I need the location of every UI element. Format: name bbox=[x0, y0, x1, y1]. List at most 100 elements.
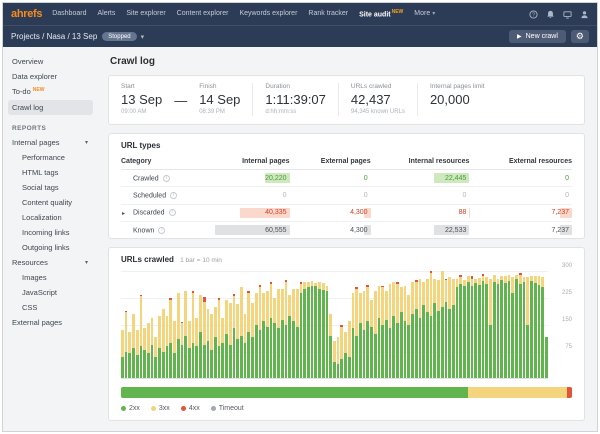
project-caret-down-icon[interactable]: ▾ bbox=[141, 33, 145, 41]
bar-segment-2xx bbox=[545, 337, 548, 378]
crawl-settings-button[interactable]: ⚙ bbox=[571, 30, 589, 43]
chart-bar bbox=[385, 271, 388, 378]
main-area: Crawl log Start 13 Sep 09:00 AM — Finish… bbox=[98, 47, 597, 432]
chart-bar bbox=[511, 271, 514, 378]
bar-segment-2xx bbox=[177, 339, 180, 378]
bar-segment-3xx bbox=[534, 276, 537, 283]
nav-item-keywords-explorer[interactable]: Keywords explorer bbox=[239, 10, 297, 17]
sidebar-item-javascript[interactable]: JavaScript bbox=[3, 285, 98, 300]
ahrefs-logo[interactable]: ahrefs bbox=[11, 8, 42, 20]
bar-segment-3xx bbox=[240, 287, 243, 335]
bar-segment-3xx bbox=[207, 309, 210, 341]
sidebar-item-incoming-links[interactable]: Incoming links bbox=[3, 225, 98, 240]
sidebar: OverviewData explorerTo-doNEWCrawl logRE… bbox=[3, 47, 98, 432]
bar-segment-2xx bbox=[407, 325, 410, 379]
sidebar-item-html-tags[interactable]: HTML tags bbox=[3, 165, 98, 180]
column-header-category: Category bbox=[121, 155, 212, 170]
bar-segment-2xx bbox=[259, 330, 262, 378]
bar-segment-3xx bbox=[344, 332, 347, 353]
table-cell: 20,220 bbox=[212, 170, 289, 187]
info-icon[interactable]: i bbox=[170, 192, 177, 199]
sidebar-item-localization[interactable]: Localization bbox=[3, 210, 98, 225]
monitor-icon[interactable] bbox=[563, 10, 572, 19]
chart-bar bbox=[151, 271, 154, 378]
bar-segment-2xx bbox=[430, 316, 433, 378]
sidebar-item-data-explorer[interactable]: Data explorer bbox=[3, 69, 98, 84]
bar-segment-2xx bbox=[132, 348, 135, 378]
bar-segment-2xx bbox=[251, 337, 254, 378]
nav-item-alerts[interactable]: Alerts bbox=[97, 10, 115, 17]
legend-item-3xx[interactable]: 3xx bbox=[151, 405, 170, 412]
chart-bar bbox=[143, 271, 146, 378]
bar-segment-3xx bbox=[404, 286, 407, 322]
chart-bar bbox=[519, 271, 522, 378]
sidebar-item-images[interactable]: Images bbox=[3, 270, 98, 285]
breadcrumb[interactable]: Projects / Nasa / 13 Sep bbox=[11, 32, 97, 41]
stat-internal-pages-limit: Internal pages limit 20,000 bbox=[417, 83, 497, 116]
chart-bar bbox=[322, 271, 325, 378]
chart-bar bbox=[259, 271, 262, 378]
chevron-down-icon[interactable]: ▾ bbox=[85, 259, 90, 266]
stat-start: Start 13 Sep 09:00 AM bbox=[121, 83, 174, 116]
info-icon[interactable]: i bbox=[163, 175, 170, 182]
bar-segment-2xx bbox=[497, 284, 500, 378]
help-icon[interactable]: ? bbox=[529, 10, 538, 19]
sidebar-item-internal-pages[interactable]: Internal pages▾ bbox=[3, 135, 98, 150]
chart-bar bbox=[366, 271, 369, 378]
table-row-scheduled: Scheduledi0000 bbox=[121, 187, 572, 204]
sidebar-item-resources[interactable]: Resources▾ bbox=[3, 255, 98, 270]
bar-segment-3xx bbox=[273, 298, 276, 323]
bar-segment-3xx bbox=[270, 284, 273, 318]
bar-segment-2xx bbox=[385, 320, 388, 379]
sidebar-item-social-tags[interactable]: Social tags bbox=[3, 180, 98, 195]
bar-segment-2xx bbox=[419, 318, 422, 379]
legend-item-4xx[interactable]: 4xx bbox=[181, 405, 200, 412]
table-cell: 88 bbox=[371, 204, 470, 221]
info-icon[interactable]: i bbox=[169, 209, 176, 216]
chart-bar bbox=[504, 271, 507, 378]
sidebar-item-crawl-log[interactable]: Crawl log bbox=[8, 100, 93, 115]
bar-segment-3xx bbox=[396, 284, 399, 323]
chart-title: URLs crawled 1 bar = 10 min bbox=[121, 255, 572, 264]
nav-item-rank-tracker[interactable]: Rank tracker bbox=[308, 10, 348, 17]
bar-segment-3xx bbox=[303, 282, 306, 289]
column-header-internal-resources: Internal resources bbox=[371, 155, 470, 170]
new-crawl-button[interactable]: ▶ New crawl bbox=[509, 30, 566, 43]
bar-segment-3xx bbox=[136, 330, 139, 355]
bar-segment-2xx bbox=[188, 348, 191, 378]
chevron-down-icon[interactable]: ▾ bbox=[85, 139, 90, 146]
bar-segment-3xx bbox=[233, 296, 236, 328]
nav-item-content-explorer[interactable]: Content explorer bbox=[177, 10, 229, 17]
legend-dot bbox=[181, 406, 186, 411]
sidebar-item-content-quality[interactable]: Content quality bbox=[3, 195, 98, 210]
cell-value: 0 bbox=[462, 192, 469, 199]
bar-segment-2xx bbox=[203, 345, 206, 379]
table-cell: 0 bbox=[469, 170, 572, 187]
bar-segment-2xx bbox=[448, 309, 451, 379]
chart-bar bbox=[221, 271, 224, 378]
nav-item-more[interactable]: More▾ bbox=[414, 10, 435, 17]
bar-segment-2xx bbox=[459, 284, 462, 379]
nav-item-site-explorer[interactable]: Site explorer bbox=[126, 10, 165, 17]
caret-down-icon: ▾ bbox=[432, 11, 435, 17]
user-icon[interactable] bbox=[580, 10, 589, 19]
nav-item-dashboard[interactable]: Dashboard bbox=[52, 10, 86, 17]
bar-segment-3xx bbox=[392, 282, 395, 316]
chart-bar bbox=[203, 271, 206, 378]
sidebar-item-to-do[interactable]: To-doNEW bbox=[3, 84, 98, 99]
cell-value: 20,220 bbox=[265, 175, 289, 182]
sidebar-item-performance[interactable]: Performance bbox=[3, 150, 98, 165]
sidebar-item-overview[interactable]: Overview bbox=[3, 54, 98, 69]
info-icon[interactable]: i bbox=[158, 227, 165, 234]
nav-item-site-audit[interactable]: Site auditNEW bbox=[359, 9, 403, 18]
expand-icon[interactable]: ▸ bbox=[122, 210, 125, 217]
bar-segment-2xx bbox=[326, 291, 329, 378]
legend-item-timeout[interactable]: Timeout bbox=[211, 405, 244, 412]
legend-item-2xx[interactable]: 2xx bbox=[121, 405, 140, 412]
sidebar-item-outgoing-links[interactable]: Outgoing links bbox=[3, 240, 98, 255]
table-row-discarded[interactable]: ▸Discardedi40,3354,300887,237 bbox=[121, 204, 572, 221]
sidebar-item-external-pages[interactable]: External pages bbox=[3, 315, 98, 330]
bell-icon[interactable] bbox=[546, 10, 555, 19]
bar-segment-3xx bbox=[218, 300, 221, 346]
sidebar-item-css[interactable]: CSS bbox=[3, 300, 98, 315]
